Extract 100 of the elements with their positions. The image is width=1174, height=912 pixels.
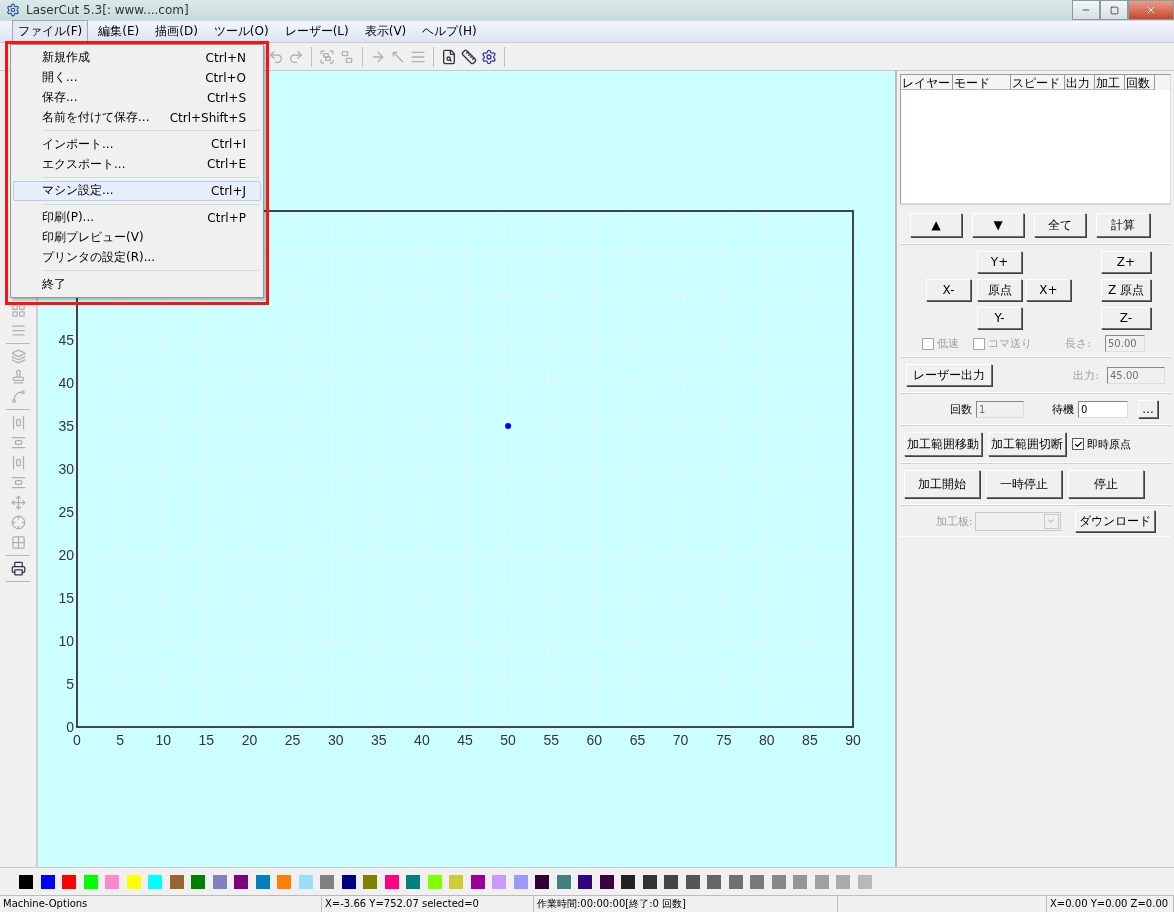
maximize-button[interactable] (1100, 0, 1128, 20)
color-swatch[interactable] (728, 874, 743, 889)
laser-output-button[interactable]: レーザー出力 (906, 364, 992, 387)
layer-list[interactable]: レイヤー モード スピード 出力 加工 回数 (900, 74, 1171, 205)
range-button[interactable]: 加工範囲切断 (988, 432, 1066, 457)
color-swatch[interactable] (556, 874, 571, 889)
color-swatch[interactable] (212, 874, 227, 889)
browse-button[interactable]: ... (1138, 400, 1158, 419)
group-icon[interactable] (319, 48, 335, 65)
minimize-button[interactable] (1072, 0, 1100, 20)
color-swatch[interactable] (126, 874, 141, 889)
menu-item[interactable]: ツール(O) (207, 19, 275, 43)
color-swatch[interactable] (406, 874, 420, 889)
color-swatch[interactable] (857, 874, 872, 889)
color-swatch[interactable] (384, 874, 399, 889)
color-swatch[interactable] (255, 874, 270, 889)
jog-button[interactable]: Y+ (977, 251, 1022, 274)
color-swatch[interactable] (707, 874, 721, 889)
color-swatch[interactable] (750, 874, 764, 889)
color-swatch[interactable] (492, 874, 506, 889)
color-swatch[interactable] (621, 874, 635, 889)
color-swatch[interactable] (427, 874, 442, 889)
color-swatch[interactable] (578, 874, 592, 889)
redo-icon[interactable] (288, 48, 304, 65)
color-swatch[interactable] (685, 874, 700, 889)
list-button[interactable]: ▲ (910, 213, 962, 238)
color-swatch[interactable] (105, 874, 119, 889)
color-swatch[interactable] (83, 874, 98, 889)
color-swatch[interactable] (341, 874, 356, 889)
color-swatch[interactable] (470, 874, 485, 889)
jog-button[interactable]: Y- (977, 307, 1022, 330)
column-header[interactable]: モード (953, 75, 1011, 91)
menu-item[interactable]: 表示(V) (358, 19, 413, 43)
preview-icon[interactable] (441, 48, 457, 65)
run-button[interactable]: 停止 (1068, 470, 1144, 499)
menu-item[interactable]: 編集(E) (92, 19, 146, 43)
color-swatch[interactable] (513, 874, 528, 889)
list-button[interactable]: 計算 (1096, 213, 1150, 238)
menu-entry[interactable]: 新規作成 Ctrl+N (13, 48, 261, 68)
jog-button[interactable]: X- (926, 279, 971, 302)
color-swatch[interactable] (363, 874, 377, 889)
list-button[interactable]: ▼ (972, 213, 1024, 238)
range-button[interactable]: 加工範囲移動 (904, 432, 982, 457)
list-button[interactable]: 全て (1034, 213, 1086, 238)
download-button[interactable]: ダウンロード (1074, 510, 1155, 533)
align-horizontal-icon[interactable] (10, 455, 26, 471)
color-swatch[interactable] (169, 874, 184, 889)
color-swatch[interactable] (277, 874, 291, 889)
jog-button[interactable]: 原点 (977, 279, 1022, 302)
curve-icon[interactable] (10, 389, 26, 405)
color-swatch[interactable] (320, 874, 334, 889)
printer-icon[interactable] (10, 561, 26, 577)
wait-field[interactable]: 0 (1078, 400, 1128, 418)
layers-icon[interactable] (10, 349, 26, 365)
undo-icon[interactable] (268, 48, 284, 65)
align-vertical-icon[interactable] (10, 435, 26, 451)
move-icon[interactable] (10, 495, 26, 511)
color-swatch[interactable] (535, 874, 549, 889)
ungroup-icon[interactable] (339, 48, 355, 65)
color-swatch[interactable] (814, 874, 829, 889)
crosshair-icon[interactable] (10, 515, 26, 531)
column-header[interactable]: 回数 (1125, 75, 1155, 91)
jog-button[interactable]: Z- (1101, 307, 1151, 330)
color-swatch[interactable] (642, 874, 657, 889)
column-header[interactable]: スピード (1011, 75, 1065, 91)
column-header[interactable]: 加工 (1095, 75, 1125, 91)
column-header[interactable]: レイヤー (901, 75, 953, 91)
jog-button[interactable]: Z 原点 (1101, 279, 1151, 302)
color-swatch[interactable] (771, 874, 786, 889)
jog-button[interactable]: Z+ (1101, 251, 1151, 274)
stamp-icon[interactable] (10, 369, 26, 385)
grid-icon[interactable] (10, 303, 26, 319)
settings-icon[interactable] (481, 48, 497, 65)
close-button[interactable] (1128, 0, 1174, 20)
menu-item[interactable]: レーザー(L) (278, 19, 355, 43)
lines-icon[interactable] (10, 323, 26, 339)
color-swatch[interactable] (836, 874, 850, 889)
color-swatch[interactable] (40, 874, 55, 889)
color-swatch[interactable] (191, 874, 205, 889)
color-swatch[interactable] (664, 874, 678, 889)
jog-button[interactable]: X+ (1026, 279, 1071, 302)
color-swatch[interactable] (793, 874, 807, 889)
align-horizontal-icon[interactable] (10, 415, 26, 431)
run-button[interactable]: 加工開始 (904, 470, 980, 499)
grid-icon[interactable] (10, 535, 26, 551)
color-swatch[interactable] (62, 874, 76, 889)
run-button[interactable]: 一時停止 (986, 470, 1062, 499)
menu-item[interactable]: ヘルプ(H) (416, 19, 483, 43)
column-header[interactable]: 出力 (1065, 75, 1095, 91)
menu-item[interactable]: 描画(D) (149, 19, 204, 43)
align-vertical-icon[interactable] (10, 475, 26, 491)
checkbox[interactable]: 即時原点 (1072, 436, 1131, 452)
color-swatch[interactable] (298, 874, 313, 889)
color-swatch[interactable] (599, 874, 614, 889)
color-swatch[interactable] (19, 874, 33, 889)
color-swatch[interactable] (234, 874, 248, 889)
color-swatch[interactable] (449, 874, 463, 889)
ruler-icon[interactable] (461, 48, 477, 65)
menu-entry[interactable]: マシン設定... Ctrl+J (13, 180, 261, 201)
color-swatch[interactable] (148, 874, 162, 889)
